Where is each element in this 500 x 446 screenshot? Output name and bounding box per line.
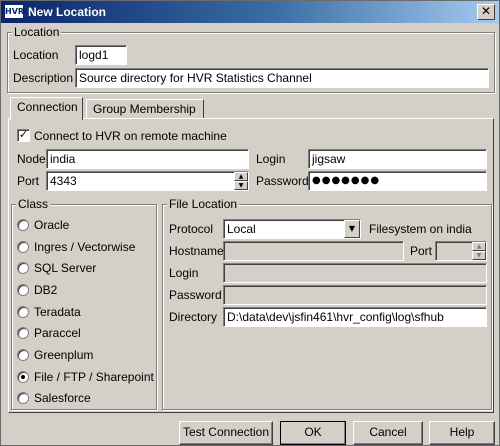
radio-sql-server[interactable]: [17, 262, 29, 274]
location-input[interactable]: logd1: [75, 45, 127, 65]
check-icon: ✓: [18, 128, 29, 141]
password-label: Password: [256, 174, 309, 188]
cancel-button[interactable]: Cancel: [353, 421, 423, 445]
close-icon: ✕: [480, 4, 492, 18]
test-connection-button[interactable]: Test Connection: [179, 421, 273, 445]
port-label: Port: [17, 174, 40, 188]
new-location-dialog: HVR New Location ✕ Location Location log…: [0, 0, 500, 446]
radio-greenplum[interactable]: [17, 349, 29, 361]
file-password-label: Password: [169, 288, 222, 302]
file-port-spin-down-icon[interactable]: ▼: [472, 251, 486, 260]
hostname-input[interactable]: [223, 241, 404, 261]
radio-file-ftp-sharepoint[interactable]: [17, 371, 29, 383]
file-location-group-legend: File Location: [167, 197, 240, 211]
radio-salesforce-label: Salesforce: [34, 391, 91, 405]
directory-input[interactable]: D:\data\dev\jsfin461\hvr_config\log\sfhu…: [223, 307, 487, 327]
radio-oracle[interactable]: [17, 219, 29, 231]
class-option-oracle[interactable]: Oracle: [17, 217, 69, 233]
tab-connection[interactable]: Connection: [10, 97, 83, 120]
file-port-label: Port: [410, 244, 433, 258]
class-option-teradata[interactable]: Teradata: [17, 304, 81, 320]
class-option-salesforce[interactable]: Salesforce: [17, 390, 91, 406]
file-login-label: Login: [169, 266, 199, 280]
class-option-greenplum[interactable]: Greenplum: [17, 347, 93, 363]
class-option-sql-server[interactable]: SQL Server: [17, 260, 96, 276]
spin-up-icon[interactable]: ▲: [234, 172, 248, 181]
radio-db2[interactable]: [17, 284, 29, 296]
description-input[interactable]: Source directory for HVR Statistics Chan…: [75, 68, 489, 88]
port-spinner[interactable]: ▲ ▼: [234, 172, 248, 190]
close-button[interactable]: ✕: [477, 4, 495, 20]
class-option-ingres[interactable]: Ingres / Vectorwise: [17, 239, 135, 255]
radio-paraccel[interactable]: [17, 327, 29, 339]
directory-label: Directory: [169, 310, 218, 324]
spin-down-icon[interactable]: ▼: [234, 181, 248, 190]
radio-teradata[interactable]: [17, 306, 29, 318]
hvr-app-icon: HVR: [4, 4, 24, 19]
file-password-input[interactable]: [223, 285, 487, 305]
location-label: Location: [13, 48, 59, 62]
window-title: New Location: [28, 5, 107, 19]
class-group-legend: Class: [16, 197, 51, 211]
radio-file-ftp-sharepoint-label: File / FTP / Sharepoint: [34, 370, 154, 384]
radio-teradata-label: Teradata: [34, 305, 81, 319]
protocol-select-value: Local: [227, 222, 256, 236]
file-login-input[interactable]: [223, 263, 487, 283]
hostname-label: Hostname: [169, 244, 224, 258]
node-input[interactable]: india: [46, 149, 249, 169]
radio-oracle-label: Oracle: [34, 218, 70, 232]
file-port-spinner[interactable]: ▲ ▼: [472, 242, 486, 260]
tab-connection-label: Connection: [17, 100, 78, 114]
tab-group-membership[interactable]: Group Membership: [86, 99, 204, 119]
protocol-select[interactable]: Local ▼: [223, 219, 361, 239]
radio-sql-server-label: SQL Server: [34, 261, 97, 275]
remote-machine-label: Connect to HVR on remote machine: [34, 129, 227, 143]
chevron-down-icon[interactable]: ▼: [344, 220, 360, 238]
description-label: Description: [13, 71, 74, 85]
protocol-label: Protocol: [169, 222, 214, 236]
remote-machine-checkbox[interactable]: ✓: [17, 129, 30, 142]
ok-button[interactable]: OK: [280, 421, 346, 445]
radio-ingres-label: Ingres / Vectorwise: [34, 240, 136, 254]
class-option-file-ftp-sharepoint[interactable]: File / FTP / Sharepoint: [17, 369, 154, 385]
location-group-legend: Location: [12, 25, 62, 39]
file-port-spin-up-icon[interactable]: ▲: [472, 242, 486, 251]
login-label: Login: [256, 152, 286, 166]
radio-db2-label: DB2: [34, 283, 58, 297]
radio-salesforce[interactable]: [17, 392, 29, 404]
radio-greenplum-label: Greenplum: [34, 348, 94, 362]
class-group: Class Oracle Ingres / Vectorwise SQL Ser…: [11, 197, 157, 410]
title-bar: HVR New Location ✕: [1, 1, 499, 23]
login-input[interactable]: jigsaw: [308, 149, 487, 169]
help-button[interactable]: Help: [429, 421, 495, 445]
port-input[interactable]: 4343: [46, 171, 249, 191]
radio-paraccel-label: Paraccel: [34, 326, 81, 340]
tab-group-membership-label: Group Membership: [93, 102, 196, 116]
class-option-paraccel[interactable]: Paraccel: [17, 325, 81, 341]
password-input[interactable]: ●●●●●●●: [308, 171, 487, 191]
radio-ingres[interactable]: [17, 241, 29, 253]
node-label: Node: [17, 152, 46, 166]
class-option-db2[interactable]: DB2: [17, 282, 57, 298]
filesystem-note: Filesystem on india: [369, 222, 472, 236]
